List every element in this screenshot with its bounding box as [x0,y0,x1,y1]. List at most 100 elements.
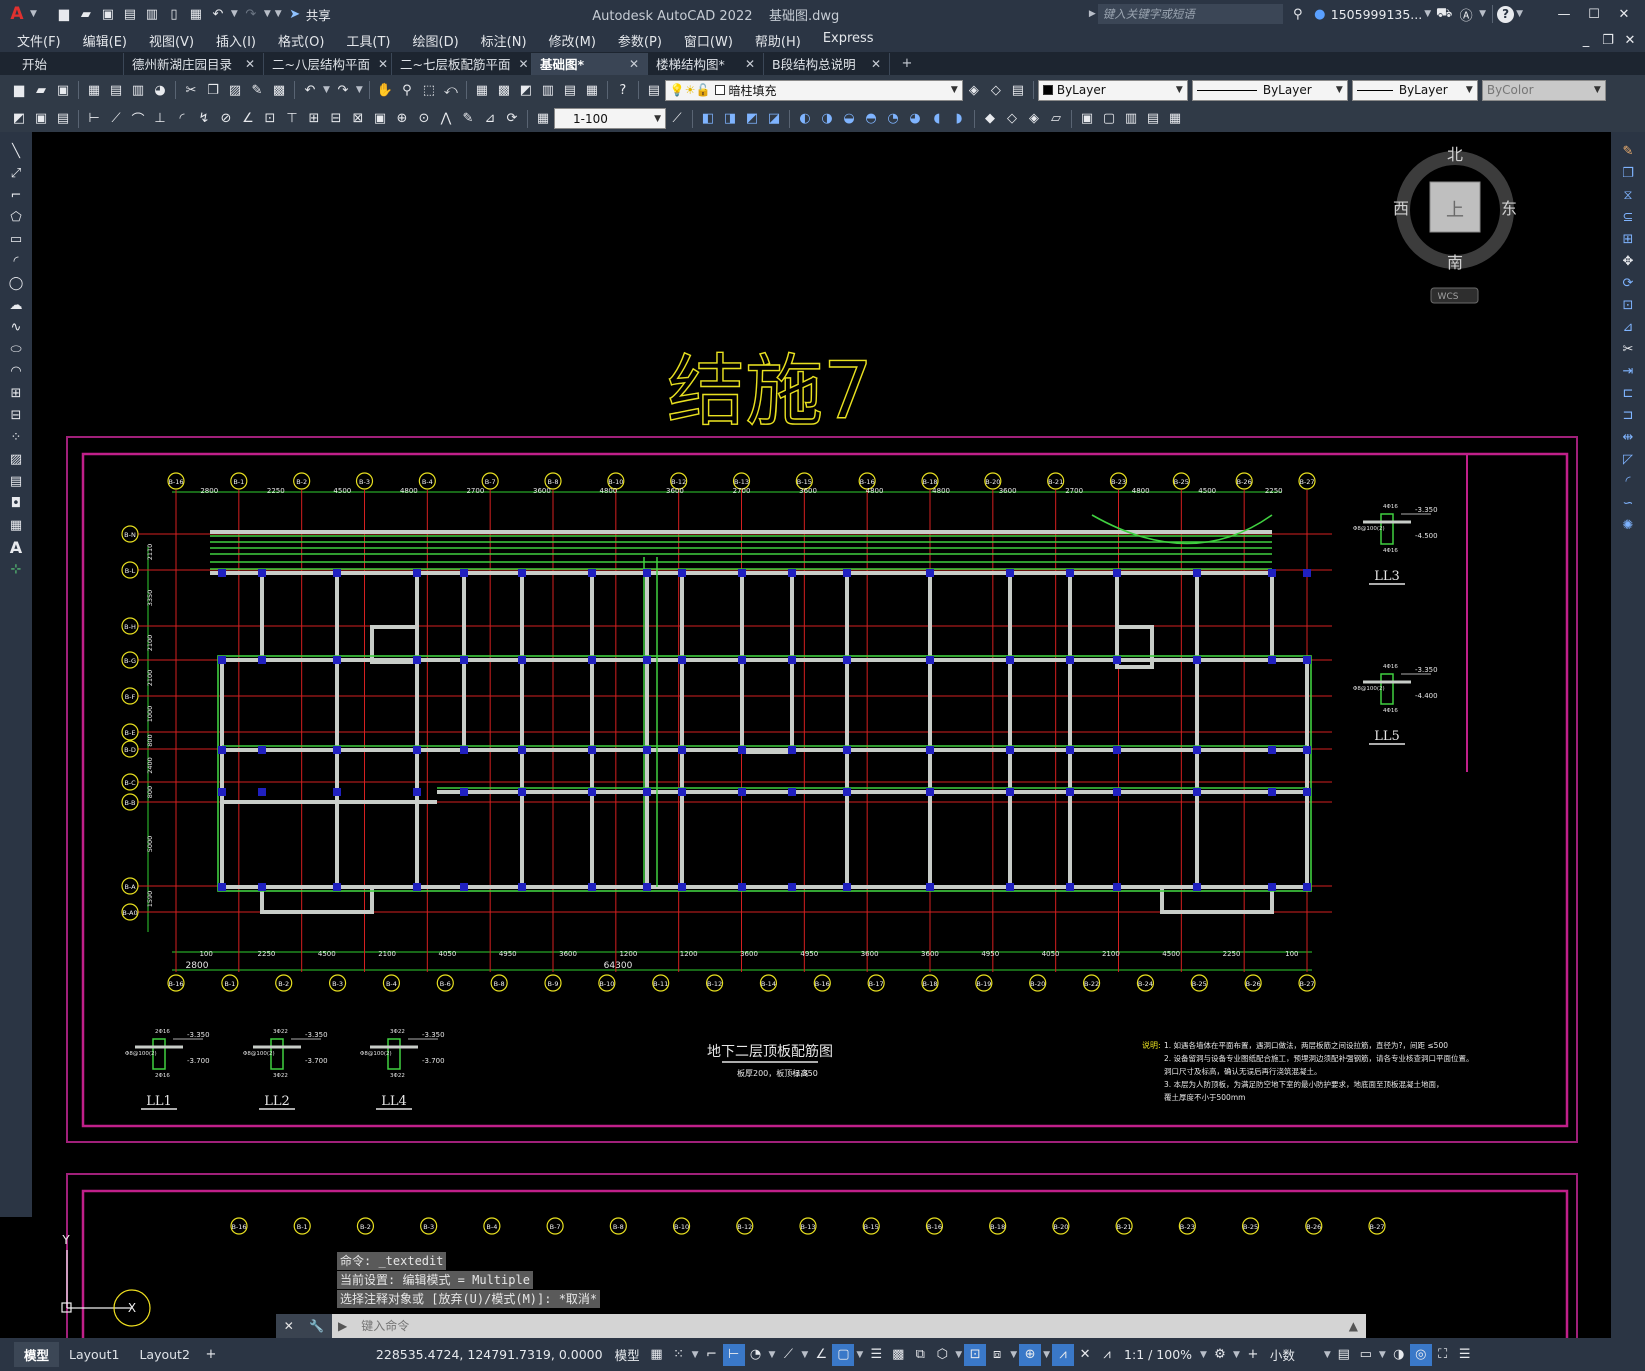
gizmo-icon[interactable]: ⊕ [1019,1343,1042,1366]
lockui-arrow-icon[interactable]: ▼ [1379,1350,1386,1360]
grid-icon[interactable]: ▦ [646,1344,668,1366]
file-tab[interactable]: 二~七层板配筋平面 ✕ [392,52,532,75]
lineweight-dropdown[interactable]: ByLayer ▼ [1351,79,1478,101]
scale-arrow-icon[interactable]: ▼ [1200,1350,1207,1360]
erase-icon[interactable]: ✎ [1617,140,1639,162]
undo-arrow-icon[interactable]: ▼ [323,85,330,95]
viewcube-south[interactable]: 南 [1447,253,1463,272]
3d-osnap-icon[interactable]: ⬡ [931,1344,953,1366]
pan-icon[interactable]: ✋ [374,79,396,101]
iso-arrow-icon[interactable]: ▼ [801,1350,808,1360]
workspace-icon[interactable]: ⚙ [1209,1344,1231,1366]
add-layout-icon[interactable]: + [200,1344,222,1366]
menu-item[interactable]: 参数(P) [607,31,673,50]
units-dropdown[interactable]: 小数 [1264,1345,1322,1364]
continue-icon[interactable]: ⊞ [303,108,325,130]
close-tab-icon[interactable]: ✕ [745,57,755,71]
make-block-icon[interactable]: ⊟ [5,404,27,426]
annotation-scale-icon[interactable]: ⩘ [1096,1344,1118,1366]
viewcube[interactable]: 上 北 南 东 西 WCS [1393,145,1517,304]
file-tab[interactable]: B段结构总说明 ✕ [764,52,890,75]
tool-c-icon[interactable]: ▤ [52,108,74,130]
jogged-icon[interactable]: ↯ [193,108,215,130]
menu-item[interactable]: 标注(N) [470,31,538,50]
close-tab-icon[interactable]: ✕ [378,57,388,71]
layer-dropdown[interactable]: 💡 ☀ 🔓 暗柱填充 ▼ [664,79,963,101]
3d-print-icon[interactable]: ◕ [149,79,171,101]
chamfer-icon[interactable]: ◸ [1617,448,1639,470]
open-icon[interactable]: ▰ [30,79,52,101]
redo-icon[interactable]: ↷ [240,3,262,25]
extend-icon[interactable]: ⇥ [1617,360,1639,382]
close-tab-icon[interactable]: ✕ [871,57,881,71]
doc-close-icon[interactable]: ✕ [1619,29,1641,51]
command-close-icon[interactable]: ✕ [284,1319,294,1333]
table-icon[interactable]: ▦ [5,514,27,536]
dim-scale-dropdown[interactable]: 1-100 ▼ [554,108,666,129]
gizmo-arrow-icon[interactable]: ▼ [1043,1350,1050,1360]
export-icon[interactable]: ▯ [163,3,185,25]
orbit-8-icon[interactable]: ◗ [948,108,970,130]
break-at-point-icon[interactable]: ⊏ [1617,382,1639,404]
file-tab[interactable]: 德州新湖庄园目录 ✕ [124,52,264,75]
offset-icon[interactable]: ⊆ [1617,206,1639,228]
layer-states-icon[interactable]: ▤ [1007,79,1029,101]
orbit-7-icon[interactable]: ◖ [926,108,948,130]
revision-cloud-icon[interactable]: ☁ [5,294,27,316]
diameter-icon[interactable]: ⊘ [215,108,237,130]
new-tab-icon[interactable]: + [896,53,918,75]
app-menu-arrow-icon[interactable]: ▼ [30,9,37,19]
mtext-icon[interactable]: A [5,536,27,558]
undo-icon[interactable]: ↶ [207,3,229,25]
box-5-icon[interactable]: ▦ [1164,108,1186,130]
cut-icon[interactable]: ✂ [180,79,202,101]
command-customize-icon[interactable]: 🔧 [309,1319,324,1333]
annotation-scale-value[interactable]: 1:1 / 100% [1118,1347,1198,1362]
ordinate-icon[interactable]: ⊥ [149,108,171,130]
help-icon[interactable]: ? [612,79,634,101]
menu-item[interactable]: 修改(M) [538,31,607,50]
user-menu-arrow-icon[interactable]: ▼ [1424,9,1431,19]
dimbreak-icon[interactable]: ⊠ [347,108,369,130]
paste-icon[interactable]: ▨ [224,79,246,101]
sheet-set-icon[interactable]: ▥ [537,79,559,101]
add-selected-icon[interactable]: ⊹ [5,558,27,580]
minimize-icon[interactable]: — [1549,3,1579,25]
orbit-5-icon[interactable]: ◔ [882,108,904,130]
command-prompt-icon[interactable]: ▶ [332,1319,353,1333]
user-icon[interactable]: ● [1309,3,1331,25]
baseline-icon[interactable]: ⊤ [281,108,303,130]
open-file-icon[interactable]: ▰ [75,3,97,25]
view-4-icon[interactable]: ◪ [763,108,785,130]
publish-icon[interactable]: ▥ [127,79,149,101]
box-3-icon[interactable]: ▥ [1120,108,1142,130]
quick-properties-icon[interactable]: ▤ [1333,1344,1355,1366]
autocad-logo-icon[interactable]: A [6,3,28,25]
ellipse-arc-icon[interactable]: ◠ [5,360,27,382]
gradient-icon[interactable]: ▤ [5,470,27,492]
orbit-1-icon[interactable]: ◐ [794,108,816,130]
doc-minimize-icon[interactable]: _ [1575,29,1597,51]
viewcube-east[interactable]: 东 [1501,199,1517,218]
zoom-realtime-icon[interactable]: ⚲ [396,79,418,101]
layer-properties-icon[interactable]: ▤ [643,79,665,101]
preview-icon[interactable]: ▤ [105,79,127,101]
rectangle-icon[interactable]: ▭ [5,228,27,250]
menu-item[interactable]: 格式(O) [267,31,335,50]
stretch-icon[interactable]: ⊿ [1617,316,1639,338]
account-arrow-icon[interactable]: ▼ [1479,9,1486,19]
menu-item[interactable]: 绘图(D) [402,31,470,50]
cart-icon[interactable]: ⛟ [1433,3,1455,25]
lock-ui-icon[interactable]: ▭ [1355,1344,1377,1366]
redo-arrow-icon[interactable]: ▼ [356,85,363,95]
drawing-svg[interactable]: 结施7 B-16 B-1 B-2 B-3 B-4 B-7 B-8 B-10 B-… [32,132,1611,1338]
clean-screen-icon[interactable]: ⛶ [1432,1344,1454,1366]
copy-icon[interactable]: ❐ [202,79,224,101]
object-snap-icon[interactable]: ▢ [832,1343,855,1366]
jogged-linear-icon[interactable]: ⋀ [435,108,457,130]
plot-icon[interactable]: ▦ [185,3,207,25]
lineweight-icon[interactable]: ☰ [865,1344,887,1366]
join-icon[interactable]: ⇹ [1617,426,1639,448]
fillet-icon[interactable]: ◜ [1617,470,1639,492]
arc-icon[interactable]: ◜ [5,250,27,272]
